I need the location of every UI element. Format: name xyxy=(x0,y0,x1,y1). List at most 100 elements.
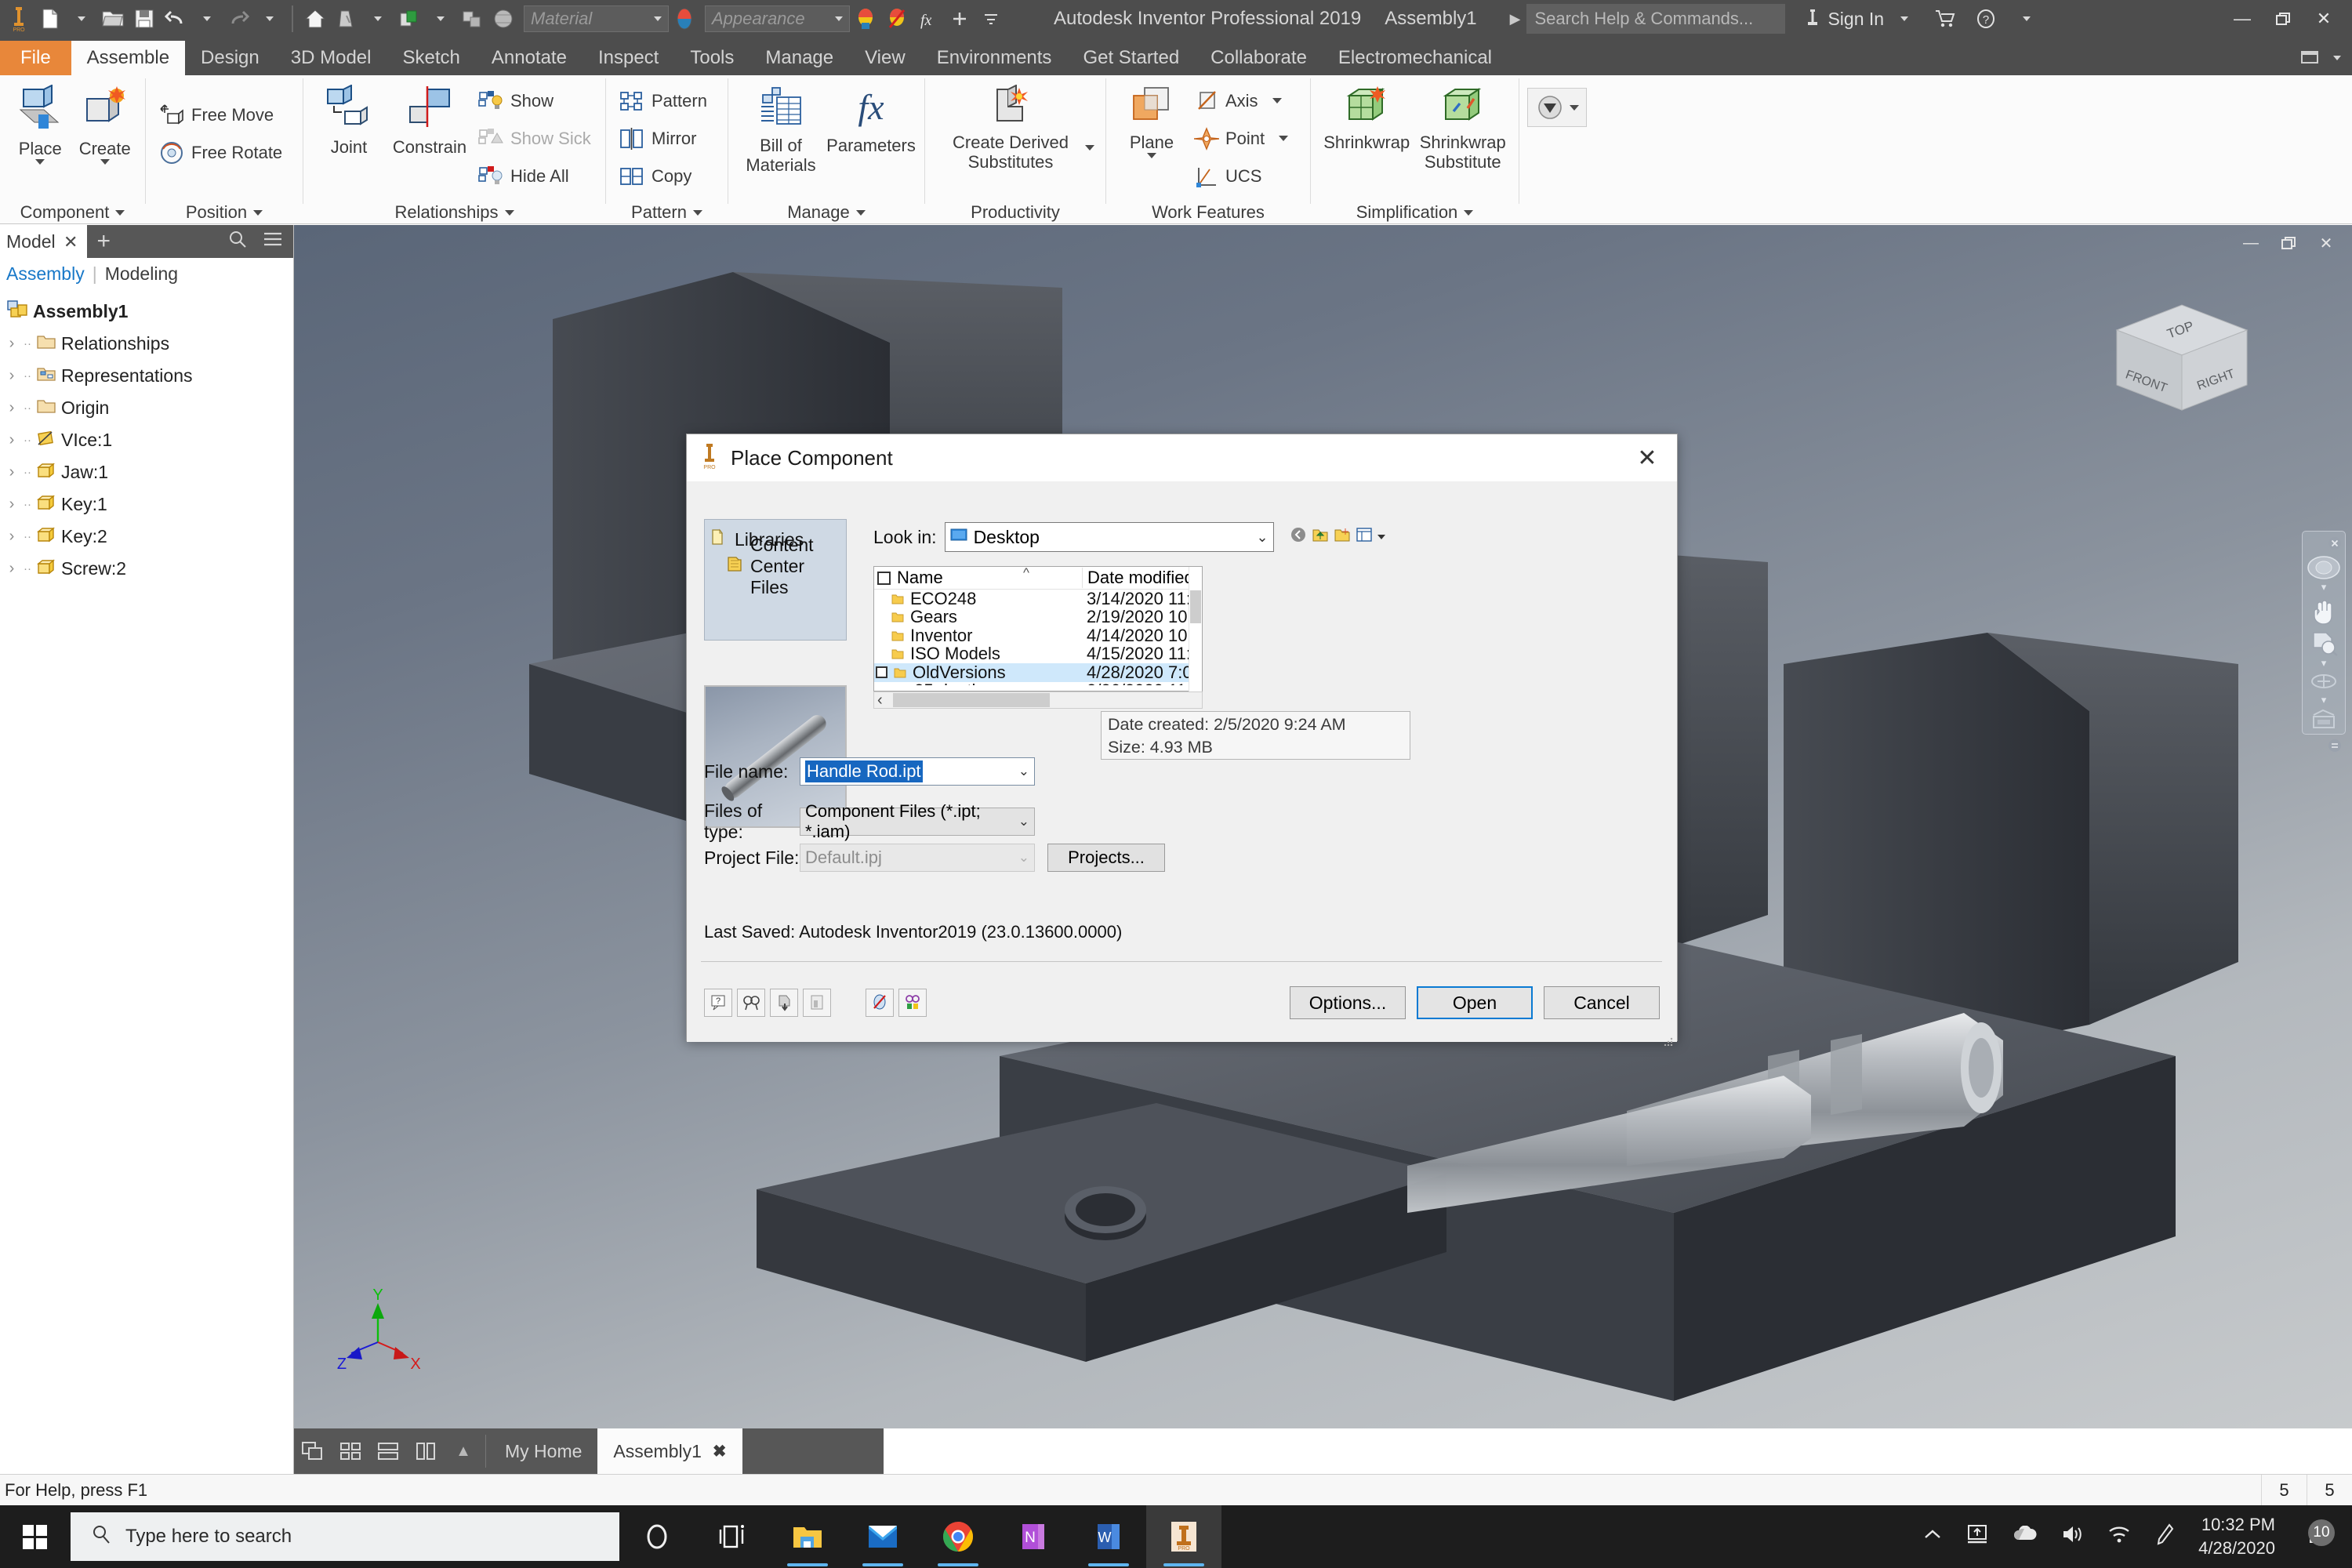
file-row[interactable]: Inventor 4/14/2020 10:21 xyxy=(874,626,1202,645)
productivity-dropdown-icon[interactable] xyxy=(1085,144,1094,151)
dialog-resize-grip[interactable] xyxy=(1663,1029,1674,1047)
add-tab-button[interactable]: + xyxy=(96,228,111,255)
look-in-combo[interactable]: Desktop ⌄ xyxy=(944,522,1274,552)
tree-node-vice-1[interactable]: › ·· VIce:1 xyxy=(0,424,293,456)
file-row[interactable]: ECO248 3/14/2020 11:05 xyxy=(874,590,1202,608)
search-icon[interactable] xyxy=(227,229,248,254)
parameters-button[interactable]: fx Parameters xyxy=(826,80,916,156)
tab-assembly1[interactable]: Assembly1 ✖ xyxy=(597,1428,742,1474)
up-folder-icon[interactable] xyxy=(1312,526,1329,548)
constrain-button[interactable]: Constrain xyxy=(387,80,473,158)
tab-get-started[interactable]: Get Started xyxy=(1067,41,1195,75)
zoom-dropdown[interactable]: ▾ xyxy=(2321,658,2327,668)
tab-electromechanical[interactable]: Electromechanical xyxy=(1323,41,1508,75)
create-dropdown-icon[interactable] xyxy=(100,158,110,165)
column-header-date[interactable]: Date modified xyxy=(1082,568,1202,588)
show-sick-button[interactable]: Show Sick xyxy=(473,121,596,156)
options-preview-icon[interactable] xyxy=(898,989,927,1017)
place-component-dialog[interactable]: PRO Place Component ✕ Libraries Content … xyxy=(686,434,1678,1047)
libraries-pane[interactable]: Libraries Content Center Files xyxy=(704,519,847,641)
close-icon[interactable]: ✖ xyxy=(713,1442,727,1461)
chevron-right-icon[interactable]: › xyxy=(5,528,19,546)
open-button[interactable]: Open xyxy=(1417,986,1533,1019)
steering-wheel-dropdown[interactable]: ▾ xyxy=(2321,582,2327,592)
doc-restore-button[interactable] xyxy=(2272,230,2305,256)
chevron-down-icon[interactable]: ⌄ xyxy=(1256,529,1268,546)
tab-inspect[interactable]: Inspect xyxy=(583,41,674,75)
select-all-checkbox[interactable] xyxy=(877,571,891,585)
free-move-button[interactable]: Free Move xyxy=(154,97,287,132)
no-preview-icon[interactable] xyxy=(866,989,894,1017)
file-list[interactable]: Name Date modified ^ ECO248 3/14/2020 11… xyxy=(873,565,1203,692)
hscrollbar-thumb[interactable] xyxy=(893,693,1050,707)
chevron-right-icon[interactable]: › xyxy=(5,560,19,578)
column-header-name[interactable]: Name xyxy=(874,568,1082,588)
new-folder-icon[interactable] xyxy=(1334,526,1351,548)
close-icon[interactable]: ✕ xyxy=(64,232,78,252)
shrinkwrap-substitute-button[interactable]: Shrinkwrap Substitute xyxy=(1415,80,1512,172)
look-at-icon[interactable] xyxy=(2306,707,2342,732)
appearance-swatch-icon[interactable] xyxy=(850,2,881,36)
mirror-button[interactable]: Mirror xyxy=(614,121,712,156)
arrange-tile-icon[interactable] xyxy=(332,1428,369,1474)
word-icon[interactable]: W xyxy=(1071,1505,1146,1568)
chevron-right-icon[interactable]: › xyxy=(5,463,19,481)
tab-environments[interactable]: Environments xyxy=(921,41,1068,75)
bill-of-materials-button[interactable]: Bill of Materials xyxy=(736,80,826,175)
volume-icon[interactable] xyxy=(2060,1524,2084,1549)
view-mode-icon[interactable] xyxy=(1356,526,1373,548)
arrange-vertical-icon[interactable] xyxy=(407,1428,445,1474)
zoom-icon[interactable] xyxy=(2306,630,2342,657)
tab-3d-model[interactable]: 3D Model xyxy=(275,41,387,75)
cortana-icon[interactable] xyxy=(619,1505,695,1568)
favorites-icon[interactable] xyxy=(770,989,798,1017)
orbit-dropdown[interactable]: ▾ xyxy=(2321,695,2327,705)
tab-annotate[interactable]: Annotate xyxy=(476,41,583,75)
notification-center-icon[interactable]: 10 xyxy=(2299,1519,2339,1554)
convert-button[interactable] xyxy=(1527,88,1587,127)
dialog-close-button[interactable]: ✕ xyxy=(1624,439,1671,477)
file-type-select[interactable]: Component Files (*.ipt; *.iam) ⌄ xyxy=(800,801,1035,841)
start-button[interactable] xyxy=(0,1505,71,1568)
close-navbar-icon[interactable] xyxy=(2328,536,2342,550)
inventor-icon[interactable]: PRO xyxy=(1146,1505,1221,1568)
steering-wheel-icon[interactable] xyxy=(2306,555,2342,580)
taskbar-search[interactable]: Type here to search xyxy=(71,1512,619,1561)
scroll-left-icon[interactable]: ‹ xyxy=(874,691,883,710)
point-button[interactable]: Point xyxy=(1189,121,1293,156)
chrome-icon[interactable] xyxy=(920,1505,996,1568)
help-icon[interactable]: ? xyxy=(704,989,732,1017)
onedrive-upload-icon[interactable] xyxy=(1966,1523,1988,1550)
qat-overflow-dropdown[interactable] xyxy=(975,2,1007,36)
convert-dropdown-icon[interactable] xyxy=(1570,104,1579,111)
restore-button[interactable] xyxy=(2263,0,2303,38)
select-icon[interactable] xyxy=(456,2,488,36)
search-input[interactable]: Search Help & Commands... xyxy=(1526,4,1786,34)
show-hidden-icon[interactable] xyxy=(1922,1526,1943,1548)
create-button[interactable]: Create xyxy=(73,80,138,165)
arrange-cascade-icon[interactable] xyxy=(294,1428,332,1474)
browser-tab-model[interactable]: Model ✕ xyxy=(0,225,88,258)
scrollbar-thumb[interactable] xyxy=(1190,590,1201,623)
sign-in-dropdown[interactable] xyxy=(1884,0,1925,38)
chevron-right-icon[interactable]: › xyxy=(5,367,19,385)
doc-minimize-button[interactable]: — xyxy=(2234,230,2267,256)
axis-dropdown-icon[interactable] xyxy=(1272,98,1282,103)
sign-in-button[interactable]: Sign In xyxy=(1804,8,1884,30)
row-checkbox[interactable] xyxy=(876,666,887,679)
show-button[interactable]: Show xyxy=(473,83,596,118)
panel-label-component[interactable]: Component xyxy=(0,201,145,224)
plane-dropdown-icon[interactable] xyxy=(1147,152,1156,158)
appearance-combo[interactable]: Appearance xyxy=(705,5,850,32)
chevron-right-icon[interactable]: › xyxy=(5,431,19,449)
tree-node-representations[interactable]: › ·· Representations xyxy=(0,360,293,392)
copy-button[interactable]: Copy xyxy=(614,158,712,194)
tab-file[interactable]: File xyxy=(0,41,71,75)
wifi-icon[interactable] xyxy=(2107,1524,2131,1549)
new-file-button[interactable] xyxy=(34,2,66,36)
view-cube[interactable]: TOP FRONT RIGHT xyxy=(2107,292,2256,426)
material-combo[interactable]: Material xyxy=(524,5,669,32)
navbar-options-icon[interactable] xyxy=(2328,739,2342,753)
file-row[interactable]: Gears 2/19/2020 10:01 xyxy=(874,607,1202,626)
chevron-right-icon[interactable]: › xyxy=(5,495,19,514)
